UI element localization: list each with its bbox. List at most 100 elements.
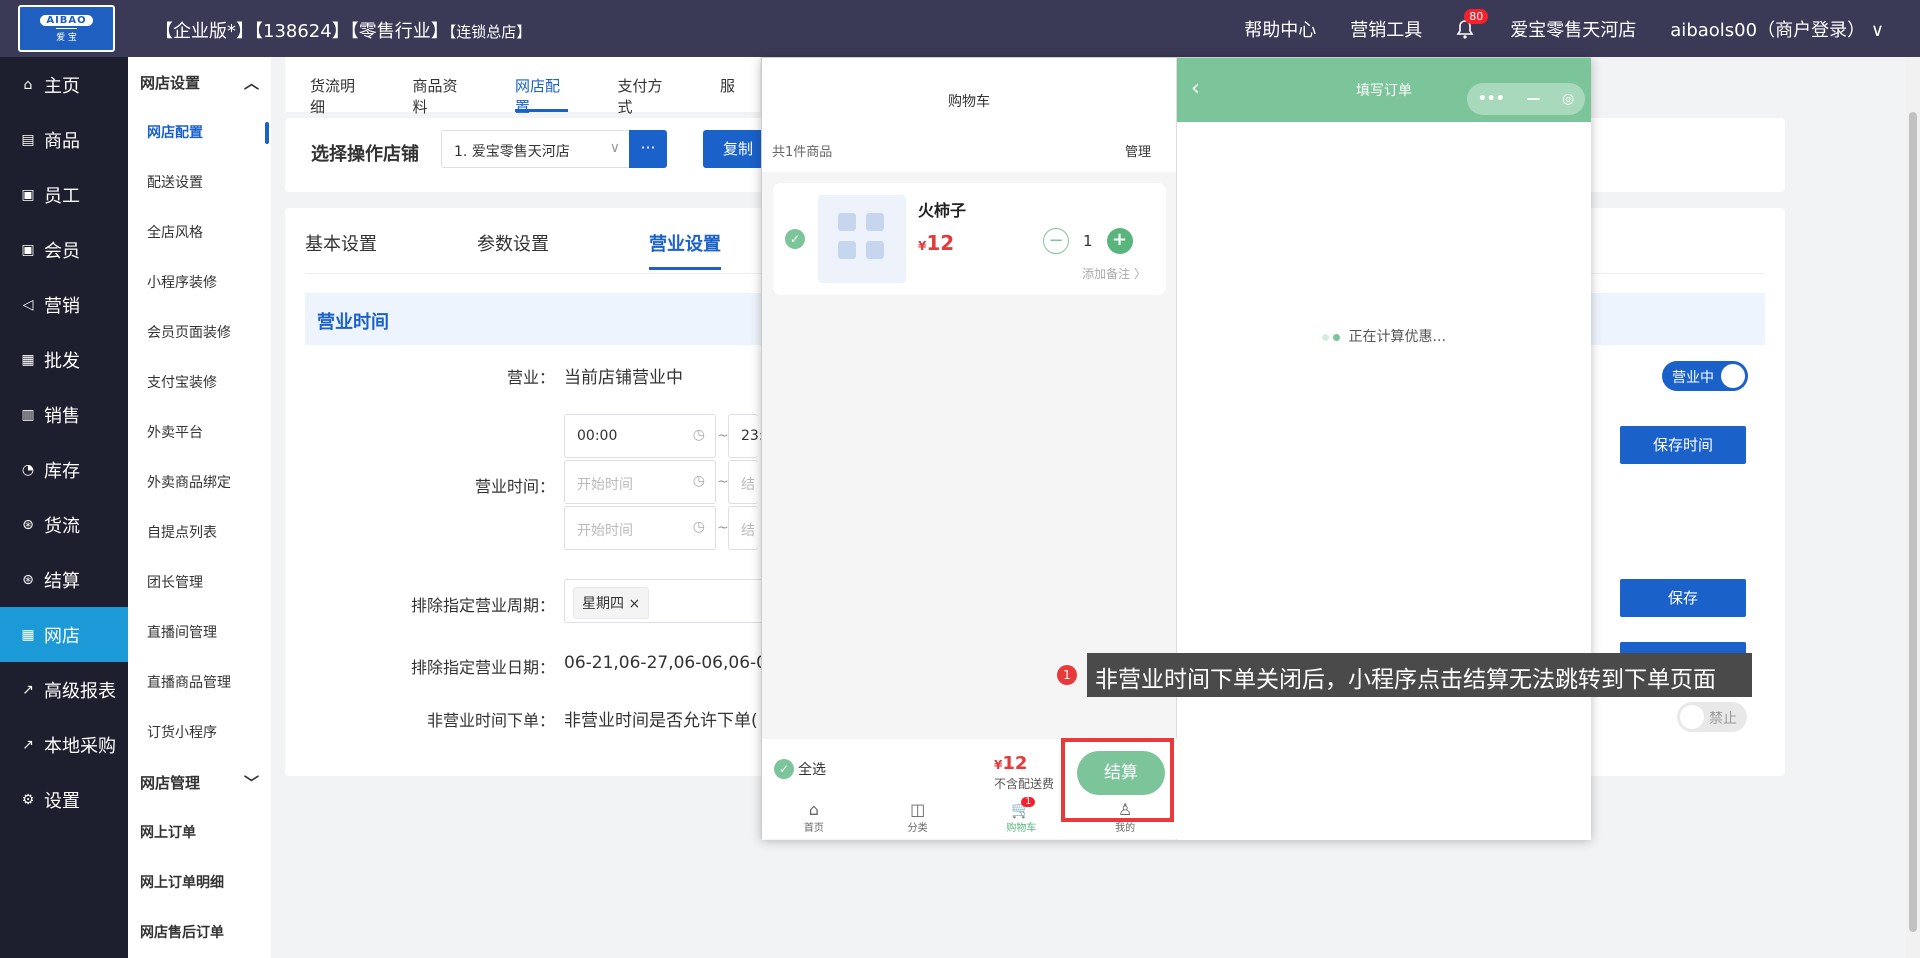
- tab-logistics-detail[interactable]: 货流明细: [285, 57, 388, 116]
- sidebar-item-settings[interactable]: ⚙ 设置: [0, 772, 128, 827]
- increase-quantity-button[interactable]: +: [1106, 228, 1133, 254]
- close-circle-icon[interactable]: ◎: [1562, 91, 1574, 107]
- add-note-link[interactable]: 添加备注 〉: [1082, 265, 1146, 282]
- tab-payment-methods[interactable]: 支付方式: [593, 57, 696, 116]
- tab-business-settings[interactable]: 营业设置: [649, 230, 721, 270]
- current-store-name[interactable]: 爱宝零售天河店: [1510, 16, 1636, 42]
- page-scrollbar[interactable]: [1906, 57, 1920, 958]
- business-status-toggle[interactable]: 营业中: [1662, 361, 1748, 391]
- sidebar-item-wholesale[interactable]: ▦ 批发: [0, 332, 128, 387]
- more-icon[interactable]: •••: [1478, 91, 1505, 107]
- tab-service[interactable]: 服: [695, 57, 760, 112]
- week-tag: 星期四 ×: [573, 587, 650, 619]
- subnav-item-alipay-decor[interactable]: 支付宝装修: [128, 357, 271, 407]
- subnav-item-group-leader[interactable]: 团长管理: [128, 557, 271, 607]
- tab-store-config[interactable]: 网店配置: [490, 57, 593, 116]
- start-time-input-1[interactable]: 00:00 ◷: [564, 414, 716, 458]
- tab-parameter-settings[interactable]: 参数设置: [477, 230, 549, 270]
- sidebar-item-settlement[interactable]: ⊛ 结算: [0, 552, 128, 607]
- cart-item: ✓ 火柿子 ¥12 − 1 + 添加备注 〉: [773, 183, 1166, 295]
- product-name: 火柿子: [918, 201, 967, 220]
- sidebar-item-logistics[interactable]: ⊛ 货流: [0, 497, 128, 552]
- category-icon: ◫: [910, 800, 926, 819]
- staff-icon: ▣: [21, 186, 35, 203]
- save-button[interactable]: 保存: [1620, 579, 1746, 617]
- sidebar-item-local-purchase[interactable]: ↗ 本地采购: [0, 717, 128, 772]
- subnav-item-store-config[interactable]: 网店配置: [128, 107, 271, 157]
- pie-icon: ◔: [21, 461, 35, 478]
- subnav-item-pickup-points[interactable]: 自提点列表: [128, 507, 271, 557]
- sidebar-item-sales[interactable]: ▥ 销售: [0, 387, 128, 442]
- end-time-input-2[interactable]: 结: [728, 460, 758, 504]
- exclude-week-select[interactable]: 星期四 ×: [564, 579, 764, 623]
- subnav-item-takeout-binding[interactable]: 外卖商品绑定: [128, 457, 271, 507]
- wholesale-icon: ▦: [21, 351, 35, 368]
- nav-category[interactable]: ◫ 分类: [888, 801, 948, 839]
- marketing-tools-link[interactable]: 营销工具: [1350, 16, 1422, 42]
- save-time-button[interactable]: 保存时间: [1620, 426, 1746, 464]
- toggle-label: 禁止: [1709, 711, 1737, 727]
- nav-cart[interactable]: 🛒 1 购物车: [991, 797, 1051, 839]
- sidebar-item-home[interactable]: ⌂ 主页: [0, 57, 128, 112]
- store-select[interactable]: 1. 爱宝零售天河店 ∨: [441, 130, 631, 168]
- sidebar-item-members[interactable]: ▣ 会员: [0, 222, 128, 277]
- subnav-item-delivery[interactable]: 配送设置: [128, 157, 271, 207]
- start-time-input-2[interactable]: 开始时间 ◷: [564, 460, 716, 504]
- sidebar-item-label: 批发: [44, 350, 80, 372]
- tag-icon: [866, 241, 884, 259]
- sidebar-item-inventory[interactable]: ◔ 库存: [0, 442, 128, 497]
- minimize-icon[interactable]: —: [1526, 91, 1540, 107]
- exclude-week-label: 排除指定营业周期：: [410, 596, 555, 615]
- subnav-item-order-miniprogram[interactable]: 订货小程序: [128, 707, 271, 757]
- notification-count-badge: 80: [1464, 9, 1489, 24]
- subnav-item-after-sales[interactable]: 网店售后订单: [128, 907, 271, 957]
- sidebar-item-online-store[interactable]: ▦ 网店: [0, 607, 128, 662]
- close-icon[interactable]: ×: [628, 596, 640, 612]
- user-name: aibaols00（商户登录）: [1670, 20, 1866, 41]
- end-time-input-3[interactable]: 结: [728, 506, 758, 550]
- end-time-input-1[interactable]: 23:: [728, 414, 764, 458]
- product-thumbnail[interactable]: [818, 195, 906, 283]
- sidebar-item-marketing[interactable]: ◁ 营销: [0, 277, 128, 332]
- aibao-logo[interactable]: AIBAO 爱 宝: [18, 5, 115, 52]
- bag-icon: [866, 213, 884, 231]
- subnav-item-miniprogram-decor[interactable]: 小程序装修: [128, 257, 271, 307]
- subnav-item-style[interactable]: 全店风格: [128, 207, 271, 257]
- subnav-item-online-order-details[interactable]: 网上订单明细: [128, 857, 271, 907]
- tab-basic-settings[interactable]: 基本设置: [305, 230, 377, 270]
- subnav-group-store-management[interactable]: 网店管理 ﹀: [128, 757, 271, 807]
- subnav-item-online-orders[interactable]: 网上订单: [128, 807, 271, 857]
- subnav-group-store-settings[interactable]: 网店设置 ︿: [128, 57, 271, 107]
- sidebar-item-advanced-reports[interactable]: ↗ 高级报表: [0, 662, 128, 717]
- subnav-item-takeout[interactable]: 外卖平台: [128, 407, 271, 457]
- user-menu[interactable]: aibaols00（商户登录） ∨: [1670, 16, 1884, 42]
- sidebar-item-label: 员工: [44, 185, 80, 207]
- week-tag-label: 星期四: [582, 596, 624, 612]
- chevron-down-icon: ∨: [609, 140, 620, 156]
- scrollbar-thumb[interactable]: [1909, 112, 1917, 932]
- tab-product-info[interactable]: 商品资料: [388, 57, 491, 116]
- top-right-menu: 帮助中心 营销工具 80 爱宝零售天河店 aibaols00（商户登录） ∨: [1244, 9, 1884, 42]
- sidebar-item-products[interactable]: ▤ 商品: [0, 112, 128, 167]
- sidebar-item-label: 本地采购: [44, 735, 116, 757]
- nav-profile[interactable]: ♙ 我的: [1095, 801, 1155, 839]
- toggle-knob: [1680, 705, 1704, 729]
- subnav-item-live-room[interactable]: 直播间管理: [128, 607, 271, 657]
- help-center-link[interactable]: 帮助中心: [1244, 16, 1316, 42]
- subnav-item-live-products[interactable]: 直播商品管理: [128, 657, 271, 707]
- account-title-main: 【企业版*】【138624】【零售行业】: [155, 21, 449, 42]
- off-hours-order-toggle[interactable]: 禁止: [1677, 702, 1747, 732]
- subnav-item-member-page[interactable]: 会员页面装修: [128, 307, 271, 357]
- select-all-checkbox[interactable]: ✓ 全选: [774, 759, 826, 779]
- sidebar-item-staff[interactable]: ▣ 员工: [0, 167, 128, 222]
- more-stores-button[interactable]: ···: [629, 130, 667, 168]
- notification-bell[interactable]: 80: [1456, 9, 1489, 39]
- sidebar-item-label: 设置: [44, 790, 80, 812]
- nav-home[interactable]: ⌂ 首页: [784, 801, 844, 839]
- cart-manage-button[interactable]: 管理: [1125, 141, 1151, 160]
- check-icon: ✓: [774, 759, 794, 779]
- start-time-input-3[interactable]: 开始时间 ◷: [564, 506, 716, 550]
- check-icon[interactable]: ✓: [785, 229, 805, 249]
- decrease-quantity-button[interactable]: −: [1043, 228, 1069, 254]
- members-icon: ▣: [21, 241, 35, 258]
